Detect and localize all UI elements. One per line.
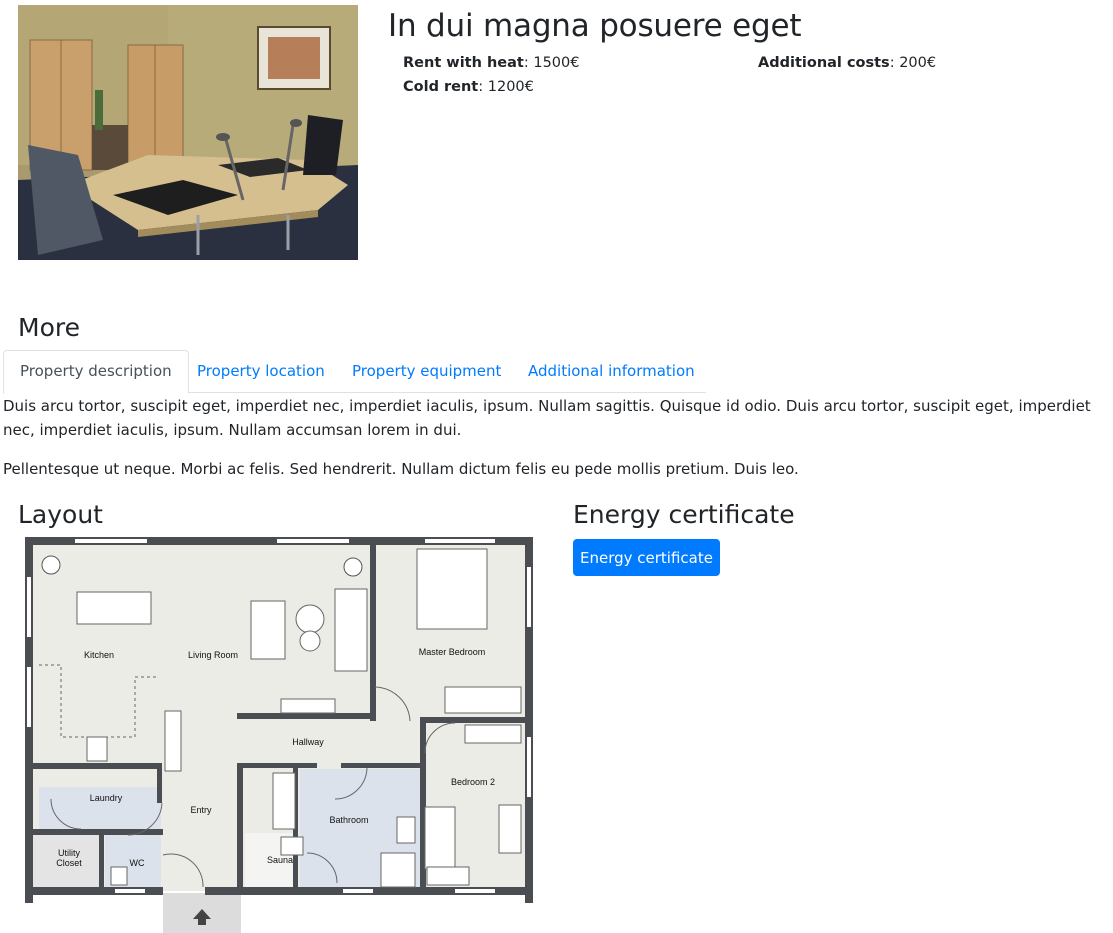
room-label-kitchen: Kitchen bbox=[84, 650, 114, 660]
rent-with-heat-value: : 1500€ bbox=[523, 55, 580, 71]
description-paragraph-1: Duis arcu tortor, suscipit eget, imperdi… bbox=[3, 397, 1091, 439]
floor-plan: Kitchen Living Room Master Bedroom Hallw… bbox=[25, 537, 537, 933]
more-heading: More bbox=[18, 313, 80, 342]
room-label-living-room: Living Room bbox=[188, 650, 238, 660]
layout-heading: Layout bbox=[18, 500, 103, 529]
rent-with-heat-label: Rent with heat bbox=[403, 55, 524, 71]
room-label-bathroom: Bathroom bbox=[329, 815, 368, 825]
property-tabs: Property description Property location P… bbox=[3, 350, 706, 394]
additional-costs-label: Additional costs bbox=[758, 55, 890, 71]
room-label-utility: Utility bbox=[58, 848, 80, 858]
room-label-hallway: Hallway bbox=[292, 737, 324, 747]
property-title: In dui magna posuere eget bbox=[388, 8, 802, 44]
cold-rent-value: : 1200€ bbox=[478, 79, 534, 95]
room-label-laundry: Laundry bbox=[90, 793, 123, 803]
tab-property-description[interactable]: Property description bbox=[3, 350, 189, 394]
additional-costs-value: : 200€ bbox=[889, 55, 937, 71]
room-label-wc: WC bbox=[130, 858, 145, 868]
description-paragraph-2: Pellentesque ut neque. Morbi ac felis. S… bbox=[3, 460, 799, 478]
tab-additional-information[interactable]: Additional information bbox=[512, 350, 711, 393]
room-label-sauna: Sauna bbox=[267, 855, 293, 865]
additional-costs: Additional costs: 200€ bbox=[758, 51, 936, 75]
cold-rent-label: Cold rent bbox=[403, 79, 479, 95]
room-label-master-bedroom: Master Bedroom bbox=[419, 647, 486, 657]
rent-with-heat: Rent with heat: 1500€ bbox=[403, 51, 579, 75]
room-label-bedroom-2: Bedroom 2 bbox=[451, 777, 495, 787]
property-photo bbox=[18, 5, 358, 260]
cold-rent: Cold rent: 1200€ bbox=[403, 75, 534, 99]
energy-certificate-heading: Energy certificate bbox=[573, 500, 795, 529]
tab-property-location[interactable]: Property location bbox=[181, 350, 341, 393]
tab-property-equipment[interactable]: Property equipment bbox=[336, 350, 517, 393]
room-label-closet: Closet bbox=[56, 858, 82, 868]
room-label-entry: Entry bbox=[190, 805, 212, 815]
energy-certificate-button[interactable]: Energy certificate bbox=[573, 539, 720, 576]
